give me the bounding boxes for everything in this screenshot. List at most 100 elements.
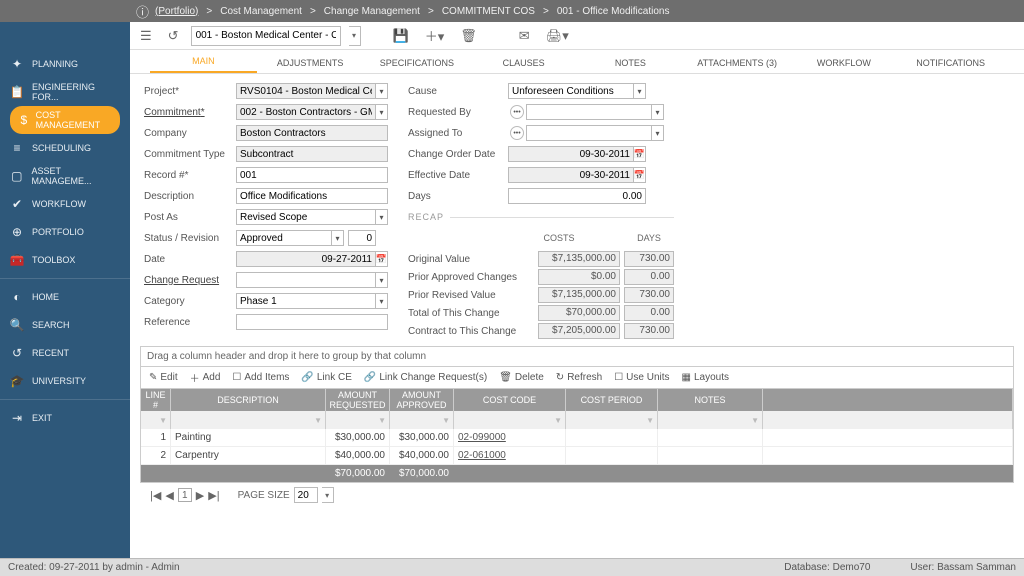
gh-desc[interactable]: DESCRIPTION: [171, 389, 326, 411]
nav-recent[interactable]: ↺RECENT: [0, 339, 130, 367]
pgr-page[interactable]: 1: [178, 488, 192, 502]
commitment-drop[interactable]: ▾: [376, 104, 388, 120]
list-icon[interactable]: ☰: [136, 28, 156, 44]
page-size-drop[interactable]: ▾: [322, 487, 334, 503]
save-icon[interactable]: 💾: [389, 28, 413, 44]
gf-cc[interactable]: ▼: [454, 411, 566, 429]
category-drop[interactable]: ▾: [376, 293, 388, 309]
nav-planning[interactable]: ✦PLANNING: [0, 50, 130, 78]
nav-cost-management[interactable]: $COST MANAGEMENT: [0, 106, 130, 134]
gt-edit[interactable]: ✎Edit: [149, 372, 178, 383]
pgr-last[interactable]: ▶|: [208, 489, 219, 502]
nav-toolbox[interactable]: 🧰TOOLBOX: [0, 246, 130, 274]
reqby-drop[interactable]: ▾: [652, 104, 664, 120]
tab-workflow[interactable]: WORKFLOW: [791, 58, 898, 73]
cod-field[interactable]: [508, 146, 634, 162]
reqby-field[interactable]: [526, 104, 652, 120]
lbl-chgreq[interactable]: Change Request: [144, 275, 236, 286]
gf-notes[interactable]: ▼: [658, 411, 763, 429]
table-row[interactable]: 1Painting$30,000.00$30,000.0002-099000: [141, 429, 1013, 447]
nav-portfolio[interactable]: ⊕PORTFOLIO: [0, 218, 130, 246]
gf-cp[interactable]: ▼: [566, 411, 658, 429]
bc-3[interactable]: COMMITMENT COS: [442, 6, 535, 17]
bc-1[interactable]: Cost Management: [220, 6, 302, 17]
nav-exit[interactable]: ⇥EXIT: [0, 404, 130, 432]
reqby-pick[interactable]: •••: [510, 105, 524, 119]
status-field[interactable]: [236, 230, 332, 246]
gh-cc[interactable]: COST CODE: [454, 389, 566, 411]
desc-field[interactable]: [236, 188, 388, 204]
gt-useunits[interactable]: ☐Use Units: [614, 372, 669, 383]
table-row[interactable]: 2Carpentry$40,000.00$40,000.0002-061000: [141, 447, 1013, 465]
chgreq-field[interactable]: [236, 272, 376, 288]
gh-line[interactable]: LINE #: [141, 389, 171, 411]
eff-field[interactable]: [508, 167, 634, 183]
cause-drop[interactable]: ▾: [634, 83, 646, 99]
gf-line[interactable]: ▼: [141, 411, 171, 429]
tab-notifications[interactable]: NOTIFICATIONS: [897, 58, 1004, 73]
bc-0[interactable]: (Portfolio): [155, 6, 198, 17]
cod-pick[interactable]: 📅: [634, 146, 646, 162]
gt-delete[interactable]: 🗑Delete: [499, 372, 544, 383]
gt-add[interactable]: ＋Add: [190, 370, 221, 385]
nav-asset-manageme-[interactable]: ▢ASSET MANAGEME...: [0, 162, 130, 190]
info-icon[interactable]: ⓘ: [136, 2, 149, 21]
bc-4[interactable]: 001 - Office Modifications: [557, 6, 670, 17]
email-icon[interactable]: ✉: [515, 28, 534, 44]
grid-group-hint[interactable]: Drag a column header and drop it here to…: [141, 347, 1013, 367]
print-icon[interactable]: 🖨▾: [542, 28, 573, 44]
tab-specifications[interactable]: SPECIFICATIONS: [364, 58, 471, 73]
record-field[interactable]: [236, 167, 388, 183]
ref-field[interactable]: [236, 314, 388, 330]
history-icon[interactable]: ↺: [164, 28, 183, 44]
date-pick[interactable]: 📅: [376, 251, 388, 267]
gt-additems[interactable]: ☐Add Items: [232, 372, 289, 383]
nav-workflow[interactable]: ✔WORKFLOW: [0, 190, 130, 218]
date-field[interactable]: [236, 251, 376, 267]
pgr-next[interactable]: ▶: [196, 489, 204, 502]
gt-layouts[interactable]: ▦Layouts: [682, 372, 729, 383]
nav-university[interactable]: 🎓UNIVERSITY: [0, 367, 130, 395]
project-drop[interactable]: ▾: [376, 83, 388, 99]
gt-linkcr[interactable]: 🔗Link Change Request(s): [364, 372, 487, 383]
assto-field[interactable]: [526, 125, 652, 141]
gt-refresh[interactable]: ↻Refresh: [556, 372, 602, 383]
gf-desc[interactable]: ▼: [171, 411, 326, 429]
cause-field[interactable]: [508, 83, 634, 99]
page-size-field[interactable]: [294, 487, 318, 503]
project-selector[interactable]: [191, 26, 341, 46]
gh-aapp[interactable]: AMOUNT APPROVED: [390, 389, 454, 411]
bc-2[interactable]: Change Management: [324, 6, 420, 17]
postas-drop[interactable]: ▾: [376, 209, 388, 225]
delete-icon[interactable]: 🗑: [456, 28, 481, 44]
nav-engineering-for-[interactable]: 📋ENGINEERING FOR...: [0, 78, 130, 106]
nav-home[interactable]: ◐HOME: [0, 283, 130, 311]
pgr-prev[interactable]: ◀: [165, 489, 173, 502]
project-selector-drop[interactable]: ▾: [349, 26, 361, 46]
gh-notes[interactable]: NOTES: [658, 389, 763, 411]
tab-attachments-[interactable]: ATTACHMENTS (3): [684, 58, 791, 73]
eff-pick[interactable]: 📅: [634, 167, 646, 183]
gt-linkce[interactable]: 🔗Link CE: [301, 372, 351, 383]
assto-pick[interactable]: •••: [510, 126, 524, 140]
pgr-first[interactable]: |◀: [150, 489, 161, 502]
postas-field[interactable]: [236, 209, 376, 225]
status-drop[interactable]: ▾: [332, 230, 344, 246]
category-field[interactable]: [236, 293, 376, 309]
days-field[interactable]: [508, 188, 646, 204]
project-field[interactable]: [236, 83, 376, 99]
nav-scheduling[interactable]: ≡SCHEDULING: [0, 134, 130, 162]
gf-aapp[interactable]: ▼: [390, 411, 454, 429]
gh-areq[interactable]: AMOUNT REQUESTED: [326, 389, 390, 411]
chgreq-drop[interactable]: ▾: [376, 272, 388, 288]
revision-field[interactable]: [348, 230, 376, 246]
nav-search[interactable]: 🔍SEARCH: [0, 311, 130, 339]
lbl-commitment[interactable]: Commitment: [144, 107, 236, 118]
tab-adjustments[interactable]: ADJUSTMENTS: [257, 58, 364, 73]
tab-main[interactable]: MAIN: [150, 56, 257, 73]
gh-cp[interactable]: COST PERIOD: [566, 389, 658, 411]
assto-drop[interactable]: ▾: [652, 125, 664, 141]
tab-notes[interactable]: NOTES: [577, 58, 684, 73]
commitment-field[interactable]: [236, 104, 376, 120]
add-icon[interactable]: ＋▾: [421, 26, 449, 45]
